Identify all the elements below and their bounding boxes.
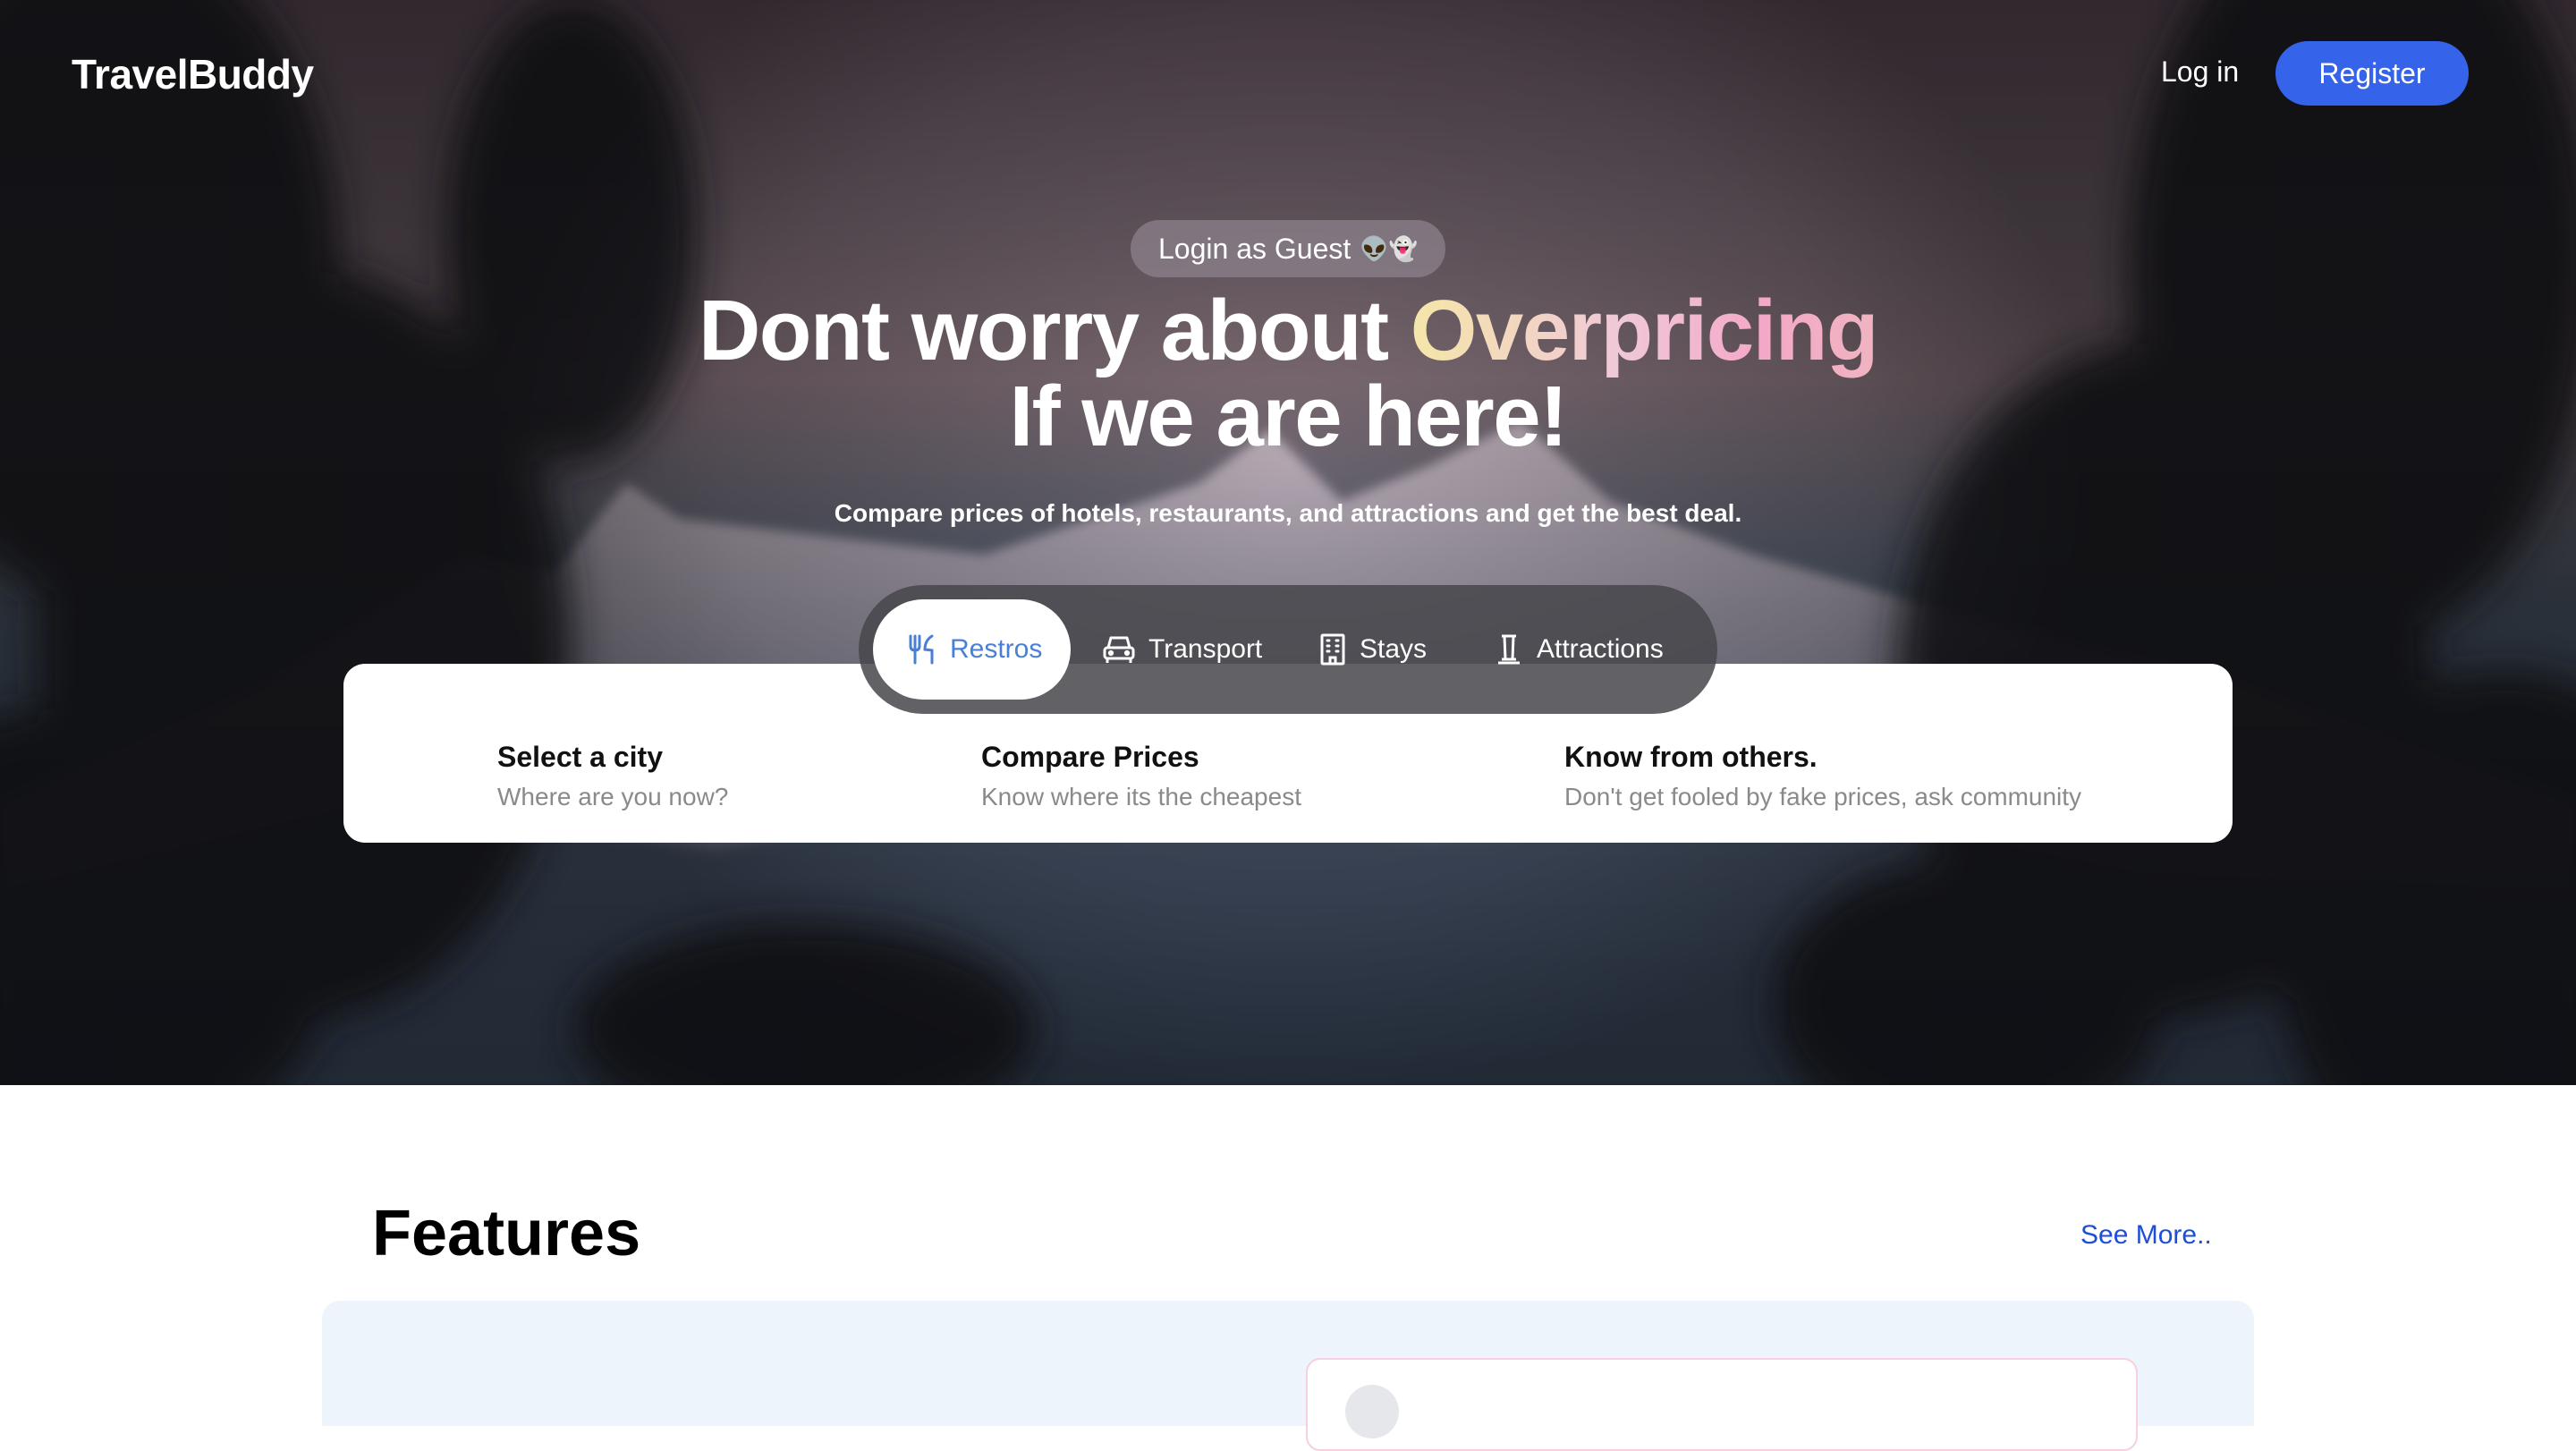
tab-attractions[interactable]: Attractions <box>1494 599 1664 700</box>
feature-card <box>1306 1358 2138 1451</box>
login-link[interactable]: Log in <box>2161 55 2239 89</box>
step-subtitle: Know where its the cheapest <box>981 783 1301 810</box>
fork-knife-icon <box>909 634 934 665</box>
headline-line-1: Dont worry about Overpricing <box>0 288 2576 374</box>
see-more-link[interactable]: See More.. <box>2080 1220 2212 1251</box>
tab-label: Transport <box>1148 634 1263 664</box>
monument-icon <box>1498 634 1520 665</box>
hero-overlay <box>0 0 2576 1085</box>
features-heading: Features <box>372 1198 641 1269</box>
step-select-city: Select a city Where are you now? <box>497 741 728 811</box>
headline-highlight: Overpricing <box>1410 283 1879 378</box>
step-title: Know from others. <box>1564 741 1818 773</box>
building-icon <box>1320 633 1345 666</box>
brand-logo[interactable]: TravelBuddy <box>72 50 314 98</box>
login-as-guest-button[interactable]: Login as Guest 👽👻 <box>1131 220 1445 277</box>
category-tabs: Restros Transport Stays Attractions <box>859 585 1717 714</box>
guest-label: Login as Guest <box>1158 232 1352 265</box>
tab-label: Attractions <box>1537 634 1664 664</box>
step-subtitle: Don't get fooled by fake prices, ask com… <box>1564 783 2082 810</box>
tab-transport[interactable]: Transport <box>1102 599 1262 700</box>
headline-line-2: If we are here! <box>1009 369 1568 464</box>
step-know-from-others: Know from others. Don't get fooled by fa… <box>1564 741 2081 811</box>
tab-stays[interactable]: Stays <box>1318 599 1427 700</box>
avatar <box>1345 1385 1399 1438</box>
tab-restros[interactable]: Restros <box>873 599 1072 700</box>
step-title: Select a city <box>497 741 663 773</box>
headline-text: Dont worry about <box>698 283 1411 378</box>
tab-label: Stays <box>1360 634 1428 664</box>
step-subtitle: Where are you now? <box>497 783 729 810</box>
hero-section: TravelBuddy Log in Register Login as Gue… <box>0 0 2576 1085</box>
step-title: Compare Prices <box>981 741 1199 773</box>
hero-subheadline: Compare prices of hotels, restaurants, a… <box>834 499 1742 527</box>
car-icon <box>1103 636 1135 663</box>
register-button[interactable]: Register <box>2275 41 2469 106</box>
hero-headline: Dont worry about Overpricing If we are h… <box>0 288 2576 460</box>
step-compare-prices: Compare Prices Know where its the cheape… <box>981 741 1301 811</box>
tab-label: Restros <box>950 634 1043 664</box>
alien-ghost-emoji-icon: 👽👻 <box>1360 234 1418 262</box>
